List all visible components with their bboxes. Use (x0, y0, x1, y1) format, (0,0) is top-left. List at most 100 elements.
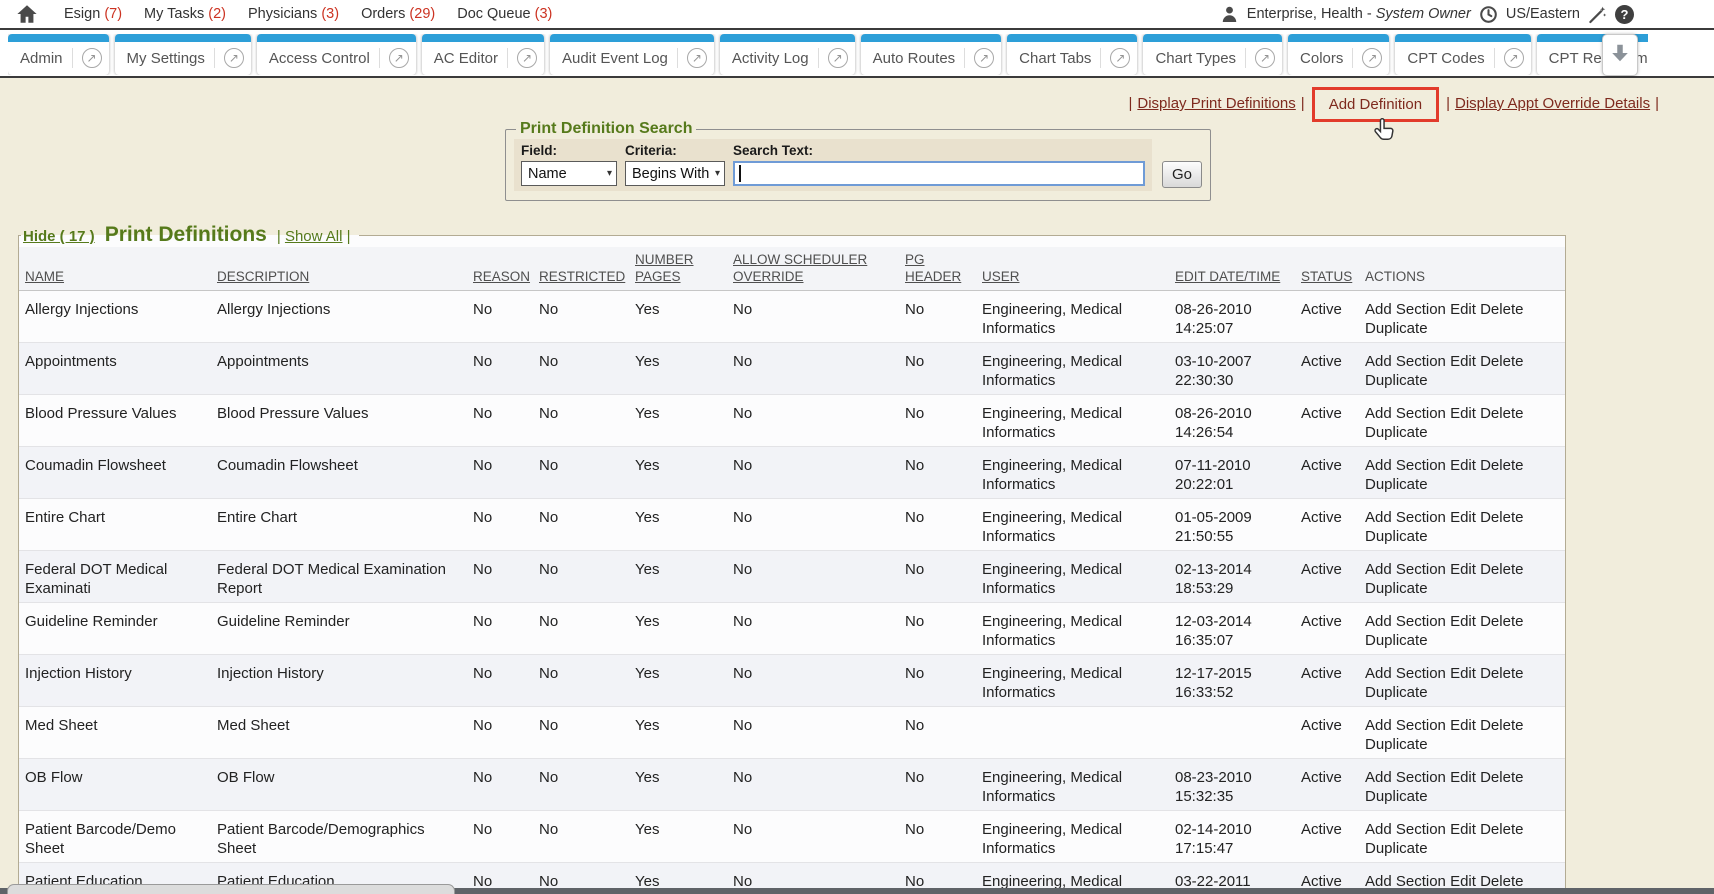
row-action-duplicate[interactable]: Duplicate (1365, 372, 1428, 389)
nav-count: (3) (535, 6, 553, 22)
row-action-delete[interactable]: Delete (1480, 457, 1523, 474)
tab-colors[interactable]: Colors↗ (1288, 34, 1389, 75)
row-action-delete[interactable]: Delete (1480, 821, 1523, 838)
row-action-duplicate[interactable]: Duplicate (1365, 684, 1428, 701)
open-in-new-icon[interactable]: ↗ (82, 48, 102, 68)
column-header-edit-date-time[interactable]: EDIT DATE/TIME (1172, 247, 1298, 291)
criteria-select[interactable]: Begins With ▾ (625, 161, 725, 186)
row-action-delete[interactable]: Delete (1480, 405, 1523, 422)
cell-allow-scheduler-override: No (730, 291, 902, 343)
row-action-delete[interactable]: Delete (1480, 769, 1523, 786)
tab-audit-event-log[interactable]: Audit Event Log↗ (550, 34, 714, 75)
row-action-add-section[interactable]: Add Section (1365, 665, 1446, 682)
show-all-link[interactable]: Show All (285, 228, 343, 245)
row-action-add-section[interactable]: Add Section (1365, 769, 1446, 786)
topnav-item-my-tasks[interactable]: My Tasks (2) (144, 6, 226, 22)
row-action-edit[interactable]: Edit (1450, 353, 1476, 370)
row-action-duplicate[interactable]: Duplicate (1365, 580, 1428, 597)
open-in-new-icon[interactable]: ↗ (1110, 48, 1130, 68)
topnav-item-orders[interactable]: Orders (29) (361, 6, 435, 22)
row-action-add-section[interactable]: Add Section (1365, 561, 1446, 578)
add-definition-link[interactable]: Add Definition (1329, 96, 1422, 113)
open-in-new-icon[interactable]: ↗ (1504, 48, 1524, 68)
tab-access-control[interactable]: Access Control↗ (257, 34, 416, 75)
home-icon[interactable] (16, 3, 38, 25)
row-action-add-section[interactable]: Add Section (1365, 353, 1446, 370)
row-action-duplicate[interactable]: Duplicate (1365, 736, 1428, 753)
cell-user: Engineering, Medical Informatics (979, 291, 1172, 343)
field-select[interactable]: Name ▾ (521, 161, 617, 186)
topnav-item-esign[interactable]: Esign (7) (64, 6, 122, 22)
display-appt-override-link[interactable]: Display Appt Override Details (1455, 95, 1650, 112)
tab-activity-log[interactable]: Activity Log↗ (720, 34, 855, 75)
tab-cpt-codes[interactable]: CPT Codes↗ (1395, 34, 1530, 75)
more-tabs-button[interactable] (1602, 34, 1638, 76)
column-header-restricted[interactable]: RESTRICTED (536, 247, 632, 291)
row-action-duplicate[interactable]: Duplicate (1365, 840, 1428, 857)
row-action-duplicate[interactable]: Duplicate (1365, 320, 1428, 337)
tab-my-settings[interactable]: My Settings↗ (115, 34, 251, 75)
clock-icon[interactable] (1479, 5, 1498, 24)
row-action-edit[interactable]: Edit (1450, 301, 1476, 318)
row-action-edit[interactable]: Edit (1450, 613, 1476, 630)
wand-icon[interactable] (1588, 5, 1607, 24)
row-action-delete[interactable]: Delete (1480, 509, 1523, 526)
row-action-delete[interactable]: Delete (1480, 613, 1523, 630)
row-action-delete[interactable]: Delete (1480, 665, 1523, 682)
row-action-duplicate[interactable]: Duplicate (1365, 788, 1428, 805)
row-action-add-section[interactable]: Add Section (1365, 717, 1446, 734)
row-action-add-section[interactable]: Add Section (1365, 509, 1446, 526)
open-in-new-icon[interactable]: ↗ (1255, 48, 1275, 68)
row-action-duplicate[interactable]: Duplicate (1365, 424, 1428, 441)
row-action-add-section[interactable]: Add Section (1365, 613, 1446, 630)
row-action-delete[interactable]: Delete (1480, 301, 1523, 318)
tab-ac-editor[interactable]: AC Editor↗ (422, 34, 544, 75)
row-action-edit[interactable]: Edit (1450, 821, 1476, 838)
column-header-allow-scheduler-override[interactable]: ALLOW SCHEDULEROVERRIDE (730, 247, 902, 291)
help-icon[interactable]: ? (1615, 5, 1634, 24)
row-action-delete[interactable]: Delete (1480, 561, 1523, 578)
row-action-edit[interactable]: Edit (1450, 561, 1476, 578)
row-action-edit[interactable]: Edit (1450, 717, 1476, 734)
open-in-new-icon[interactable]: ↗ (974, 48, 994, 68)
tab-chart-types[interactable]: Chart Types↗ (1143, 34, 1282, 75)
column-header-status[interactable]: STATUS (1298, 247, 1362, 291)
open-in-new-icon[interactable]: ↗ (389, 48, 409, 68)
column-header-name[interactable]: NAME (19, 247, 214, 291)
row-action-edit[interactable]: Edit (1450, 457, 1476, 474)
row-action-duplicate[interactable]: Duplicate (1365, 632, 1428, 649)
hide-link[interactable]: Hide ( 17 ) (23, 228, 95, 245)
column-header-description[interactable]: DESCRIPTION (214, 247, 470, 291)
row-action-edit[interactable]: Edit (1450, 509, 1476, 526)
cell-pg-header: No (902, 759, 979, 811)
cell-description: Injection History (214, 655, 470, 707)
column-header-reason[interactable]: REASON (470, 247, 536, 291)
column-header-user[interactable]: USER (979, 247, 1172, 291)
row-action-duplicate[interactable]: Duplicate (1365, 476, 1428, 493)
row-action-add-section[interactable]: Add Section (1365, 301, 1446, 318)
open-in-new-icon[interactable]: ↗ (224, 48, 244, 68)
topnav-item-doc-queue[interactable]: Doc Queue (3) (457, 6, 552, 22)
open-in-new-icon[interactable]: ↗ (828, 48, 848, 68)
row-action-add-section[interactable]: Add Section (1365, 405, 1446, 422)
open-in-new-icon[interactable]: ↗ (687, 48, 707, 68)
row-action-add-section[interactable]: Add Section (1365, 457, 1446, 474)
open-in-new-icon[interactable]: ↗ (517, 48, 537, 68)
go-button[interactable]: Go (1162, 161, 1202, 188)
row-action-edit[interactable]: Edit (1450, 665, 1476, 682)
tab-admin[interactable]: Admin↗ (8, 34, 109, 75)
topnav-item-physicians[interactable]: Physicians (3) (248, 6, 339, 22)
row-action-delete[interactable]: Delete (1480, 717, 1523, 734)
row-action-delete[interactable]: Delete (1480, 353, 1523, 370)
search-text-input[interactable] (733, 161, 1145, 186)
tab-chart-tabs[interactable]: Chart Tabs↗ (1007, 34, 1137, 75)
column-header-number-pages[interactable]: NUMBERPAGES (632, 247, 730, 291)
open-in-new-icon[interactable]: ↗ (1362, 48, 1382, 68)
row-action-edit[interactable]: Edit (1450, 769, 1476, 786)
tab-auto-routes[interactable]: Auto Routes↗ (861, 34, 1002, 75)
column-header-pg-header[interactable]: PGHEADER (902, 247, 979, 291)
row-action-duplicate[interactable]: Duplicate (1365, 528, 1428, 545)
display-print-definitions-link[interactable]: Display Print Definitions (1137, 95, 1295, 112)
row-action-add-section[interactable]: Add Section (1365, 821, 1446, 838)
row-action-edit[interactable]: Edit (1450, 405, 1476, 422)
